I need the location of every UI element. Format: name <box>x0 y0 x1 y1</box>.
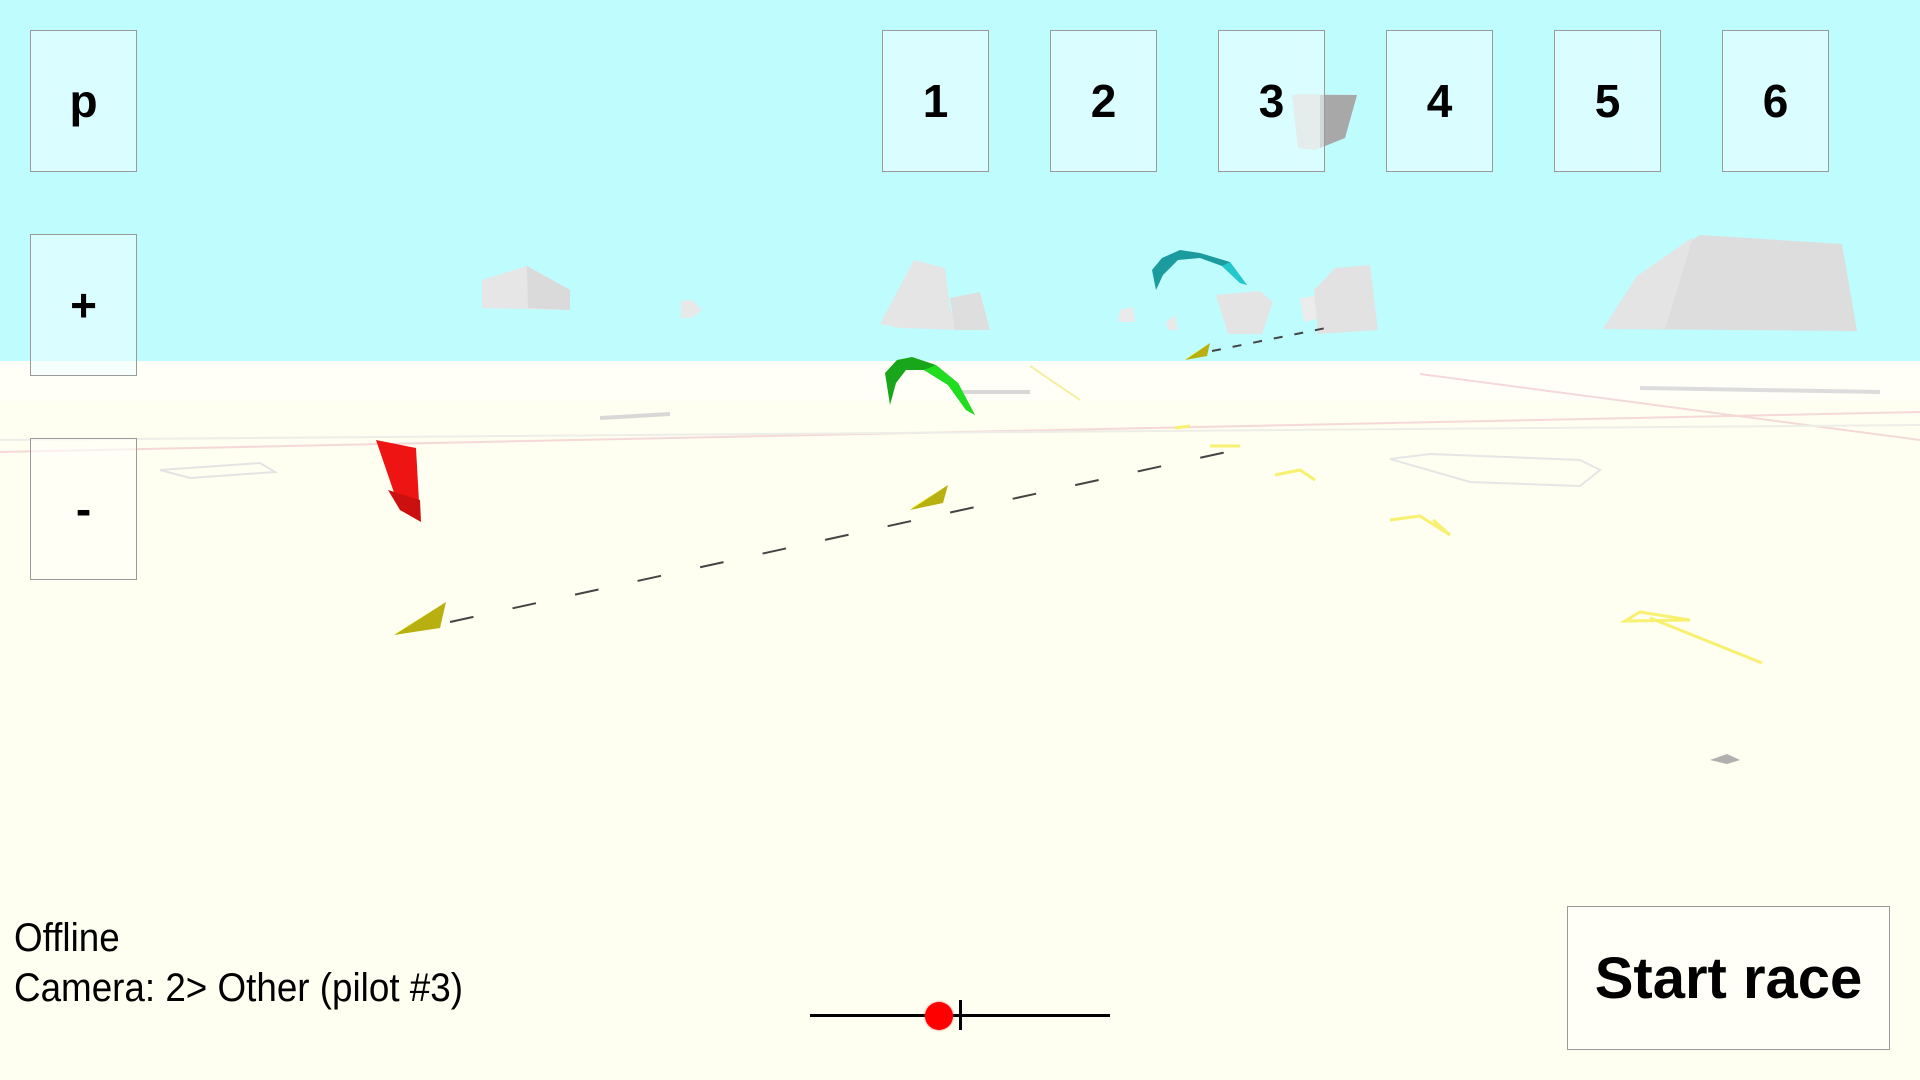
camera-button-3[interactable]: 3 <box>1218 30 1325 172</box>
zoom-out-label: - <box>75 483 92 535</box>
camera-button-label: 4 <box>1426 75 1453 127</box>
camera-status: Camera: 2> Other (pilot #3) <box>14 966 463 1010</box>
camera-button-label: 6 <box>1762 75 1789 127</box>
camera-button-5[interactable]: 5 <box>1554 30 1661 172</box>
start-race-label: Start race <box>1594 945 1863 1011</box>
status-panel: Offline Camera: 2> Other (pilot #3) <box>14 913 463 1013</box>
camera-button-label: 2 <box>1090 75 1117 127</box>
pause-button-label: p <box>69 75 98 127</box>
camera-button-label: 1 <box>922 75 949 127</box>
timeline-slider[interactable] <box>810 995 1110 1035</box>
camera-button-2[interactable]: 2 <box>1050 30 1157 172</box>
camera-button-label: 5 <box>1594 75 1621 127</box>
camera-button-1[interactable]: 1 <box>882 30 989 172</box>
zoom-in-button[interactable]: + <box>30 234 137 376</box>
connection-status: Offline <box>14 916 120 960</box>
slider-marker <box>958 1000 962 1030</box>
camera-button-4[interactable]: 4 <box>1386 30 1493 172</box>
pause-button[interactable]: p <box>30 30 137 172</box>
slider-knob[interactable] <box>925 1002 953 1030</box>
zoom-in-label: + <box>70 279 97 331</box>
camera-button-label: 3 <box>1258 75 1285 127</box>
start-race-button[interactable]: Start race <box>1567 906 1890 1050</box>
zoom-out-button[interactable]: - <box>30 438 137 580</box>
camera-button-6[interactable]: 6 <box>1722 30 1829 172</box>
